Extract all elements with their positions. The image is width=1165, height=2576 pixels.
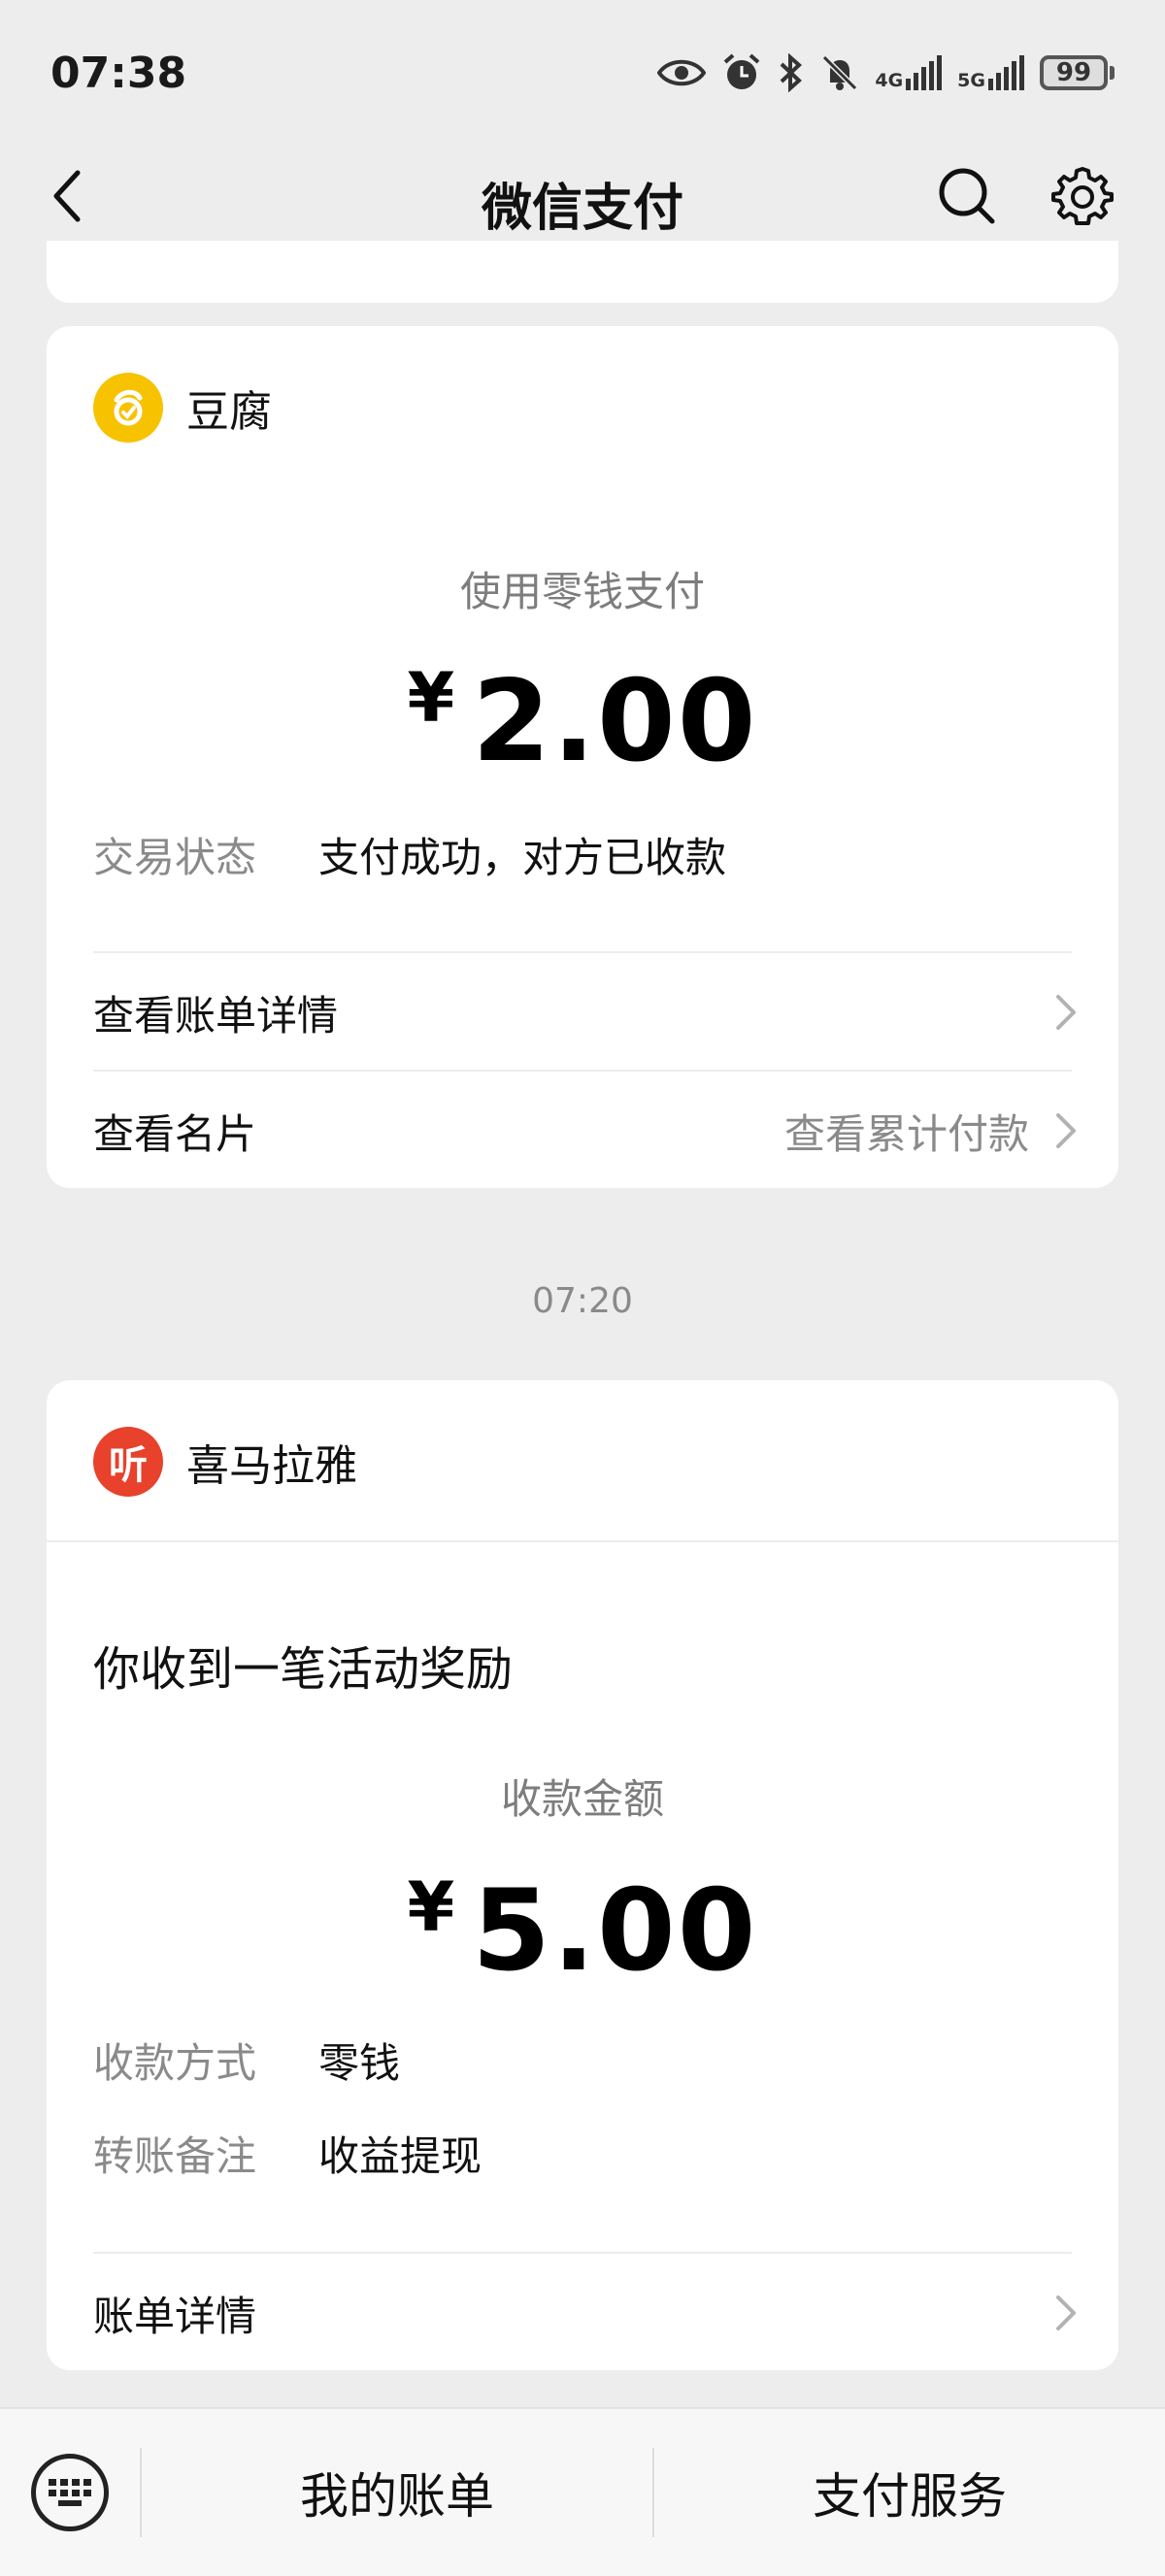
gear-icon[interactable] [1048, 163, 1116, 231]
receive-method: 收款方式 零钱 [93, 2031, 400, 2090]
merchant-header[interactable]: 豆腐 [93, 373, 272, 443]
divider [47, 1540, 1118, 1542]
divider [93, 951, 1072, 953]
amount-value: 2.00 [472, 656, 758, 787]
mute-icon [822, 54, 858, 91]
bill-detail-label: 账单详情 [93, 2292, 257, 2340]
payment-amount: ¥2.00 [47, 656, 1118, 787]
bill-detail-label: 查看账单详情 [93, 991, 339, 1040]
divider [93, 2252, 1072, 2254]
battery-icon: 99 [1040, 55, 1115, 90]
amount-value: 5.00 [472, 1866, 758, 1997]
bill-detail-row[interactable]: 查看账单详情 [93, 959, 1080, 1066]
signal-5g-icon: 5G [957, 55, 1024, 90]
keyboard-icon[interactable] [31, 2454, 109, 2531]
battery-level: 99 [1040, 55, 1108, 90]
divider [93, 1070, 1072, 1072]
method-value: 零钱 [318, 2039, 401, 2087]
status-label: 交易状态 [93, 834, 257, 881]
cumulative-payment-link[interactable]: 查看累计付款 [784, 1102, 1080, 1161]
search-icon[interactable] [936, 165, 998, 227]
bill-detail-row[interactable]: 账单详情 [93, 2260, 1080, 2366]
payment-method-subtitle: 使用零钱支付 [459, 568, 705, 615]
network-5g-label: 5G [957, 70, 985, 91]
transfer-note: 转账备注 收益提现 [93, 2124, 482, 2183]
network-4g-label: 4G [875, 70, 904, 91]
tab-my-bills[interactable]: 我的账单 [142, 2409, 652, 2576]
method-label: 收款方式 [93, 2039, 257, 2087]
payment-card-ximalaya: 听 喜马拉雅 你收到一笔活动奖励 收款金额 ¥5.00 收款方式 零钱 转账备注… [47, 1380, 1118, 2370]
chevron-right-icon [1056, 1113, 1076, 1148]
chevron-right-icon [1056, 995, 1076, 1030]
note-label: 转账备注 [93, 2132, 257, 2180]
reward-notice: 你收到一笔活动奖励 [93, 1642, 514, 1697]
system-icons: 4G 5G 99 [657, 52, 1115, 93]
merchant-name: 喜马拉雅 [186, 1441, 357, 1491]
currency-symbol: ¥ [407, 1867, 455, 1947]
tab-payment-services[interactable]: 支付服务 [654, 2409, 1165, 2576]
alarm-icon [724, 53, 760, 89]
status-time: 07:38 [50, 48, 187, 98]
payment-card-doufu: 豆腐 使用零钱支付 ¥2.00 交易状态 支付成功，对方已收款 查看账单详情 查… [47, 326, 1118, 1188]
status-bar: 07:38 4G 5G 99 [0, 0, 1165, 146]
merchant-name: 豆腐 [186, 387, 272, 437]
message-timestamp: 07:20 [532, 1281, 633, 1321]
cumulative-payment-label: 查看累计付款 [783, 1109, 1029, 1158]
amount-subtitle: 收款金额 [500, 1775, 664, 1823]
view-card-row[interactable]: 查看名片 查看累计付款 [93, 1077, 1080, 1184]
previous-card-partial [47, 241, 1118, 303]
status-value: 支付成功，对方已收款 [318, 834, 727, 881]
signal-4g-icon: 4G [875, 55, 943, 91]
eye-icon [657, 59, 707, 86]
currency-symbol: ¥ [407, 658, 455, 738]
chevron-right-icon [1056, 2295, 1076, 2330]
merchant-header[interactable]: 听 喜马拉雅 [93, 1427, 357, 1497]
note-value: 收益提现 [318, 2132, 483, 2180]
view-card-label: 查看名片 [93, 1109, 257, 1158]
bottom-bar: 我的账单 支付服务 [0, 2407, 1165, 2576]
ximalaya-logo-text: 听 [109, 1443, 148, 1488]
received-amount: ¥5.00 [47, 1866, 1118, 1997]
transaction-status: 交易状态 支付成功，对方已收款 [93, 825, 726, 884]
doufu-logo-icon [93, 373, 163, 443]
bluetooth-icon [780, 53, 803, 92]
ximalaya-logo-icon: 听 [93, 1427, 163, 1497]
